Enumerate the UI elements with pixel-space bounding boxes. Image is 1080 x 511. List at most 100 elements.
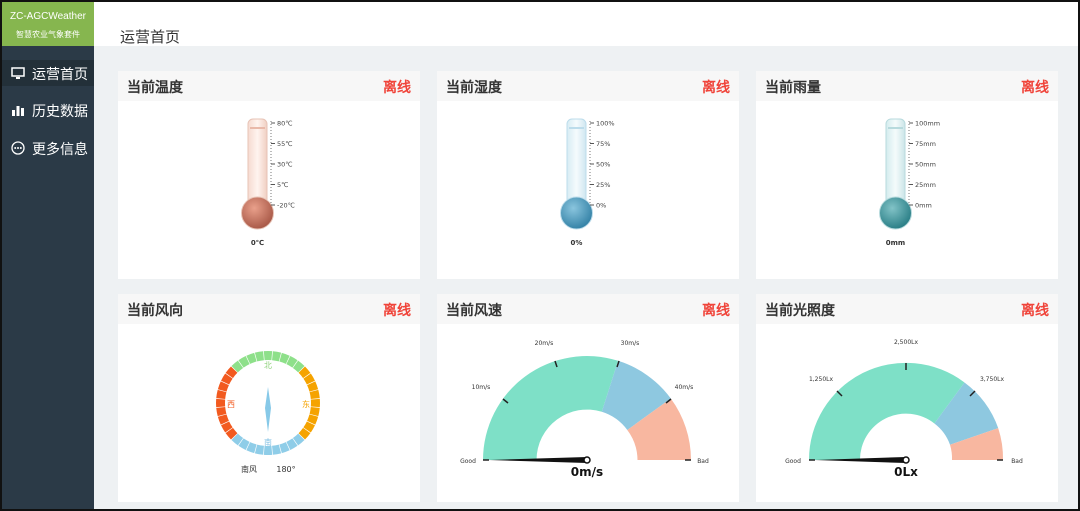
gauge-band-good — [483, 356, 619, 460]
scale-label: 25% — [596, 181, 610, 189]
card-title: 当前风速 — [446, 303, 502, 319]
compass-segment — [263, 445, 273, 455]
scale-label: 5℃ — [277, 181, 288, 189]
wind-direction-name: 南风 — [241, 464, 257, 474]
gauge-tick-label: 10m/s — [472, 384, 491, 391]
card-header: 当前风速 离线 — [437, 294, 739, 324]
status-badge: 离线 — [383, 80, 411, 96]
scale-label: 75% — [596, 140, 610, 148]
sidebar-item-more[interactable]: 更多信息 — [2, 135, 94, 161]
sidebar-item-home[interactable]: 运营首页 — [2, 60, 94, 86]
gauge-tick-label: 40m/s — [675, 384, 694, 391]
rain-card: 当前雨量 离线 100mm 75mm 50mm 25mm 0mm 0mm — [756, 71, 1058, 279]
thermometer-bulb — [560, 196, 593, 230]
compass-segment — [272, 444, 282, 455]
sidebar: ZC-AGCWeather 智慧农业气象套件 运营首页 历史数据 更多信息 — [2, 2, 94, 509]
dashboard: 当前温度 离线 80℃ 55℃ 30℃ 5℃ -20℃ 0℃ 当前湿度 离线 1… — [94, 46, 1078, 509]
thermometer-bulb — [879, 196, 912, 230]
compass-segment — [216, 407, 227, 417]
gauge-tick-label: 20m/s — [535, 340, 554, 347]
gauge-value: 0Lx — [894, 465, 918, 479]
card-title: 当前风向 — [127, 303, 183, 319]
compass-east-label: 东 — [302, 399, 310, 409]
brand: ZC-AGCWeather 智慧农业气象套件 — [2, 2, 94, 46]
compass-south-label: 南 — [264, 437, 272, 447]
scale-label: 25mm — [915, 181, 936, 189]
gauge-bad-label: Bad — [697, 458, 709, 465]
wind-speed-card: 当前风速 离线 10m/s 20m/s 30m/s 40m/s Good Bad — [437, 294, 739, 502]
thermometer-tube — [247, 118, 268, 208]
thermometer-bulb — [241, 196, 274, 230]
more-icon — [11, 141, 25, 155]
gauge-tick-label: 3,750Lx — [980, 376, 1005, 383]
status-badge: 离线 — [1021, 80, 1049, 96]
wind-direction-card: 当前风向 离线 北 南 东 西 南风 180° — [118, 294, 420, 502]
compass-segment — [263, 351, 273, 361]
value-label: 0% — [571, 239, 583, 247]
scale-label: 55℃ — [277, 140, 293, 148]
rain-thermometer: 100mm 75mm 50mm 25mm 0mm 0mm — [879, 118, 940, 247]
status-badge: 离线 — [1021, 303, 1049, 319]
value-label: 0mm — [886, 239, 905, 247]
card-title: 当前温度 — [127, 80, 183, 96]
scale-label: 80℃ — [277, 120, 293, 128]
card-header: 当前温度 离线 — [118, 71, 420, 101]
monitor-icon — [11, 67, 25, 79]
compass-segment — [310, 398, 320, 408]
top-bar: 运营首页 — [94, 2, 1078, 51]
compass-segment — [309, 407, 320, 417]
sidebar-item-label: 更多信息 — [32, 142, 88, 158]
card-title: 当前雨量 — [765, 80, 821, 96]
gauge-tick-label: 30m/s — [621, 340, 640, 347]
thermometer-tube — [566, 118, 587, 208]
scale-label: 30℃ — [277, 161, 293, 169]
wind-direction-degrees: 180° — [276, 465, 295, 474]
gauge-bad-label: Bad — [1011, 458, 1023, 465]
compass-west-label: 西 — [227, 400, 235, 409]
sidebar-item-history[interactable]: 历史数据 — [2, 97, 94, 123]
app-window: ZC-AGCWeather 智慧农业气象套件 运营首页 历史数据 更多信息 运营… — [0, 0, 1080, 511]
humidity-thermometer: 100% 75% 50% 25% 0% 0% — [560, 118, 615, 247]
gauge-good-label: Good — [785, 458, 801, 465]
temperature-thermometer: 80℃ 55℃ 30℃ 5℃ -20℃ 0℃ — [241, 118, 295, 247]
value-label: 0℃ — [251, 239, 264, 247]
scale-label: 100% — [596, 120, 615, 128]
compass-needle — [265, 387, 271, 432]
wind-speed-gauge: 10m/s 20m/s 30m/s 40m/s Good Bad 0m/s — [460, 340, 709, 479]
scale-label: 50% — [596, 161, 610, 169]
compass-north-label: 北 — [264, 361, 272, 370]
card-title: 当前湿度 — [446, 80, 502, 96]
thermometer-tube — [885, 118, 906, 208]
gauge-good-label: Good — [460, 458, 476, 465]
wind-compass: 北 南 东 西 南风 180° — [216, 351, 320, 474]
compass-segment — [216, 389, 227, 399]
gauge-pivot — [902, 456, 910, 464]
bar-chart-icon — [12, 106, 24, 116]
gauge-value: 0m/s — [571, 465, 603, 479]
light-card: 当前光照度 离线 1,250Lx 2,500Lx 3,750Lx Good Ba… — [756, 294, 1058, 502]
light-gauge: 1,250Lx 2,500Lx 3,750Lx Good Bad 0Lx — [785, 339, 1023, 479]
compass-segment — [254, 444, 264, 455]
humidity-card: 当前湿度 离线 100% 75% 50% 25% 0% 0% — [437, 71, 739, 279]
scale-label: 75mm — [915, 140, 936, 148]
compass-segment — [216, 398, 226, 408]
compass-segment — [272, 351, 282, 362]
brand-title: ZC-AGCWeather — [10, 11, 86, 22]
scale-label: 0mm — [915, 202, 932, 210]
status-badge: 离线 — [702, 80, 730, 96]
gauge-pivot — [583, 456, 591, 464]
scale-label: 0% — [596, 202, 606, 210]
compass-segment — [309, 389, 320, 399]
card-header: 当前湿度 离线 — [437, 71, 739, 101]
temperature-card: 当前温度 离线 80℃ 55℃ 30℃ 5℃ -20℃ 0℃ — [118, 71, 420, 279]
card-title: 当前光照度 — [765, 303, 835, 319]
brand-subtitle: 智慧农业气象套件 — [16, 30, 80, 39]
card-header: 当前风向 离线 — [118, 294, 420, 324]
card-header: 当前雨量 离线 — [756, 71, 1058, 101]
sidebar-item-label: 历史数据 — [32, 104, 88, 120]
scale-label: -20℃ — [277, 202, 295, 210]
status-badge: 离线 — [383, 303, 411, 319]
scale-label: 100mm — [915, 120, 940, 128]
compass-segment — [254, 351, 264, 362]
scale-label: 50mm — [915, 161, 936, 169]
